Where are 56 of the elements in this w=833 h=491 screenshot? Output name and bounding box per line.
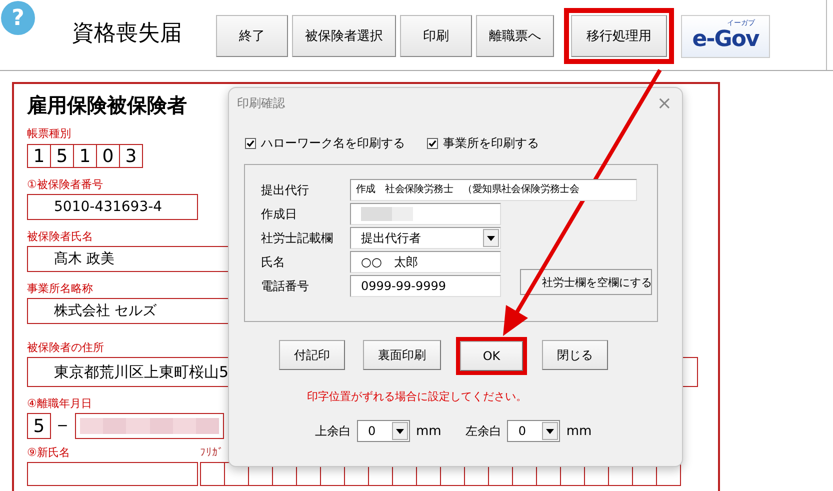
note-text: 印字位置がずれる場合に設定してください。 [307,389,528,404]
dialog-button[interactable]: 付記印 [279,340,345,370]
clear-button[interactable]: 社労士欄を空欄にする [520,269,652,295]
checkbox-label: ハローワーク名を印刷する [261,135,405,152]
digit-cell[interactable]: 1 [73,144,97,168]
dropdown-icon[interactable] [392,422,408,440]
digit-cell[interactable]: 0 [96,144,120,168]
furigana-cell[interactable] [200,462,225,486]
dialog-button[interactable]: OK [460,341,523,371]
dropdown-icon[interactable] [542,422,558,440]
dash-text: − [56,418,70,434]
field-label: ④離職年月日 [27,397,92,411]
toolbar-button[interactable]: 印刷 [400,15,472,57]
digit-cell[interactable]: 1 [27,144,51,168]
dialog-button[interactable]: 閉じる [542,340,608,370]
input-field[interactable] [27,462,198,486]
input-field[interactable]: ○○ 太郎 [350,251,501,273]
field-label: 被保険者の住所 [27,341,104,355]
field-label: 被保険者氏名 [27,230,93,244]
field-label: ①被保険者番号 [27,178,103,192]
dropdown-icon[interactable] [483,229,499,247]
input-field[interactable]: 5010-431693-4 [27,194,198,220]
redacted-value [361,207,413,221]
margin-label: 上余白 [315,422,351,440]
digit-cell[interactable]: 5 [50,144,74,168]
window-title: 資格喪失届 [72,20,183,48]
dialog-title: 印刷確認 [237,94,285,112]
input-field[interactable] [350,203,501,225]
unit-label: mm [416,424,442,438]
margin-label: 左余白 [465,422,502,440]
field-label: ﾌﾘｶﾞ [200,446,224,460]
checkbox[interactable] [427,138,438,149]
select-field[interactable]: 0 [357,420,410,442]
select-field[interactable]: 提出代行者 [350,227,501,249]
input-field[interactable]: 作成 社会保険労務士 （愛知県社会保険労務士会 [350,179,637,201]
form-title: 雇用保険被保険者 [27,93,187,117]
dialog-button[interactable]: 裏面印刷 [363,340,441,370]
select-field[interactable]: 0 [507,420,560,442]
toolbar-button[interactable]: 終了 [216,15,288,57]
toolbar-button[interactable]: 被保険者選択 [292,15,396,57]
field-label: 事業所名略称 [27,282,93,296]
checkbox[interactable] [245,138,256,149]
field-label: 氏名 [261,254,286,270]
checkbox-label: 事業所を印刷する [443,135,539,152]
field-label: 提出代行 [261,182,310,198]
digit-cell[interactable]: 3 [119,144,143,168]
field-label: 帳票種別 [27,127,71,141]
field-label: ⑨新氏名 [27,446,71,460]
digit-cell[interactable]: 5 [27,413,51,439]
field-label: 電話番号 [261,278,310,294]
field-label: 社労士記載欄 [261,230,334,246]
input-field[interactable]: 0999-99-9999 [350,275,501,297]
toolbar-button[interactable]: 移行処理用 [571,15,667,57]
toolbar-button[interactable]: 離職票へ [476,15,554,57]
field-label: 作成日 [261,206,298,222]
unit-label: mm [566,424,592,438]
